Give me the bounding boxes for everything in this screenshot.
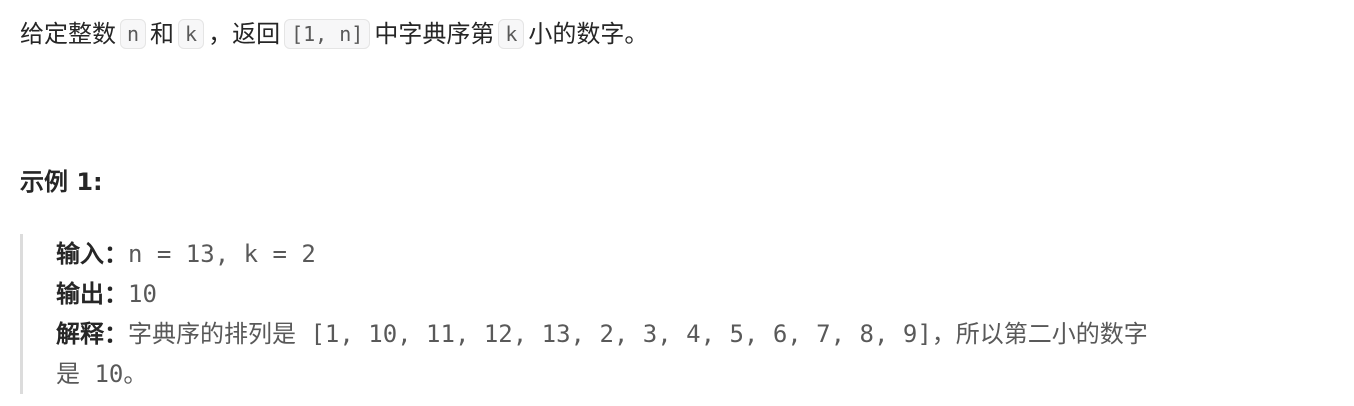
explanation-text: 。 xyxy=(123,360,148,388)
desc-text: 给定整数 xyxy=(20,20,116,48)
output-label: 输出： xyxy=(56,280,128,308)
inline-code-k: k xyxy=(498,19,525,49)
input-label: 输入： xyxy=(56,240,128,268)
example-explanation-line: 解释：字典序的排列是 [1, 10, 11, 12, 13, 2, 3, 4, … xyxy=(56,314,1340,354)
explanation-answer: 10 xyxy=(94,360,124,388)
input-value: n = 13, k = 2 xyxy=(128,240,316,268)
inline-code-n: n xyxy=(120,19,147,49)
example-title: 示例 1: xyxy=(20,168,103,196)
output-value: 10 xyxy=(128,280,157,308)
desc-text: 和 xyxy=(150,20,175,48)
example-block: 输入：n = 13, k = 2 输出：10 解释：字典序的排列是 [1, 10… xyxy=(20,234,1340,394)
explanation-text: ，所以第二小的数字 xyxy=(931,320,1148,348)
desc-text: 小的数字。 xyxy=(528,20,649,48)
problem-description: 给定整数 n 和 k ，返回 [1, n] 中字典序第 k 小的数字。 xyxy=(20,14,648,54)
example-input-line: 输入：n = 13, k = 2 xyxy=(56,234,1340,274)
example-explanation-continued: 是 10。 xyxy=(56,354,1340,394)
desc-text: ，返回 xyxy=(208,20,281,48)
example-output-line: 输出：10 xyxy=(56,274,1340,314)
explanation-text: 字典序的排列是 xyxy=(128,320,296,348)
explanation-list: [1, 10, 11, 12, 13, 2, 3, 4, 5, 6, 7, 8,… xyxy=(310,320,932,348)
desc-text: 中字典序第 xyxy=(374,20,495,48)
inline-code-range: [1, n] xyxy=(284,19,371,49)
explanation-label: 解释： xyxy=(56,320,128,348)
inline-code-k: k xyxy=(178,19,205,49)
explanation-text: 是 xyxy=(56,360,80,388)
